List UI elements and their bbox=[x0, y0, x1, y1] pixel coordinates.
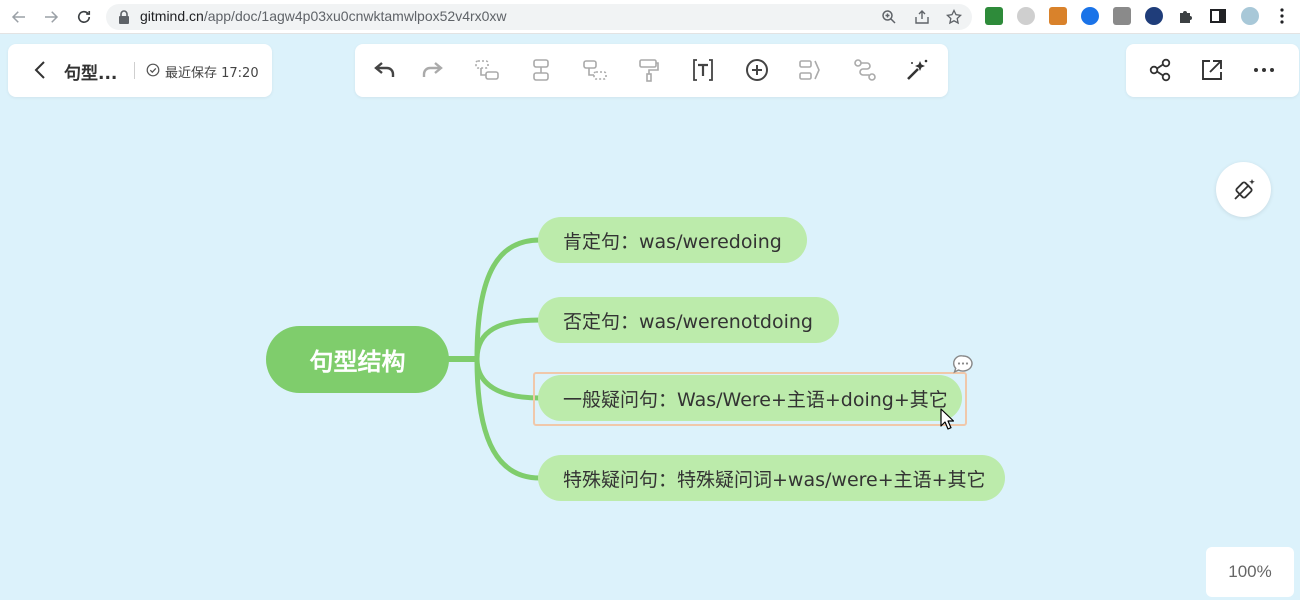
connector-branch-4 bbox=[474, 358, 541, 481]
mouse-cursor-icon bbox=[940, 408, 954, 430]
mindmap-node-affirmative[interactable]: 肯定句：was/weredoing bbox=[538, 217, 807, 263]
connector-branch-1 bbox=[474, 237, 541, 360]
mindmap-node-negative[interactable]: 否定句：was/werenotdoing bbox=[538, 297, 839, 343]
zoom-level-indicator[interactable]: 100% bbox=[1206, 547, 1294, 597]
mindmap-root-node[interactable]: 句型结构 bbox=[266, 326, 449, 393]
comment-bubble-icon[interactable] bbox=[952, 354, 974, 374]
connector-branch-3 bbox=[474, 358, 541, 401]
connector-branch-2 bbox=[474, 317, 541, 360]
mindmap-node-general-question[interactable]: 一般疑问句：Was/Were+主语+doing+其它 bbox=[538, 375, 962, 421]
mindmap-node-special-question[interactable]: 特殊疑问句：特殊疑问词+was/were+主语+其它 bbox=[538, 455, 1005, 501]
